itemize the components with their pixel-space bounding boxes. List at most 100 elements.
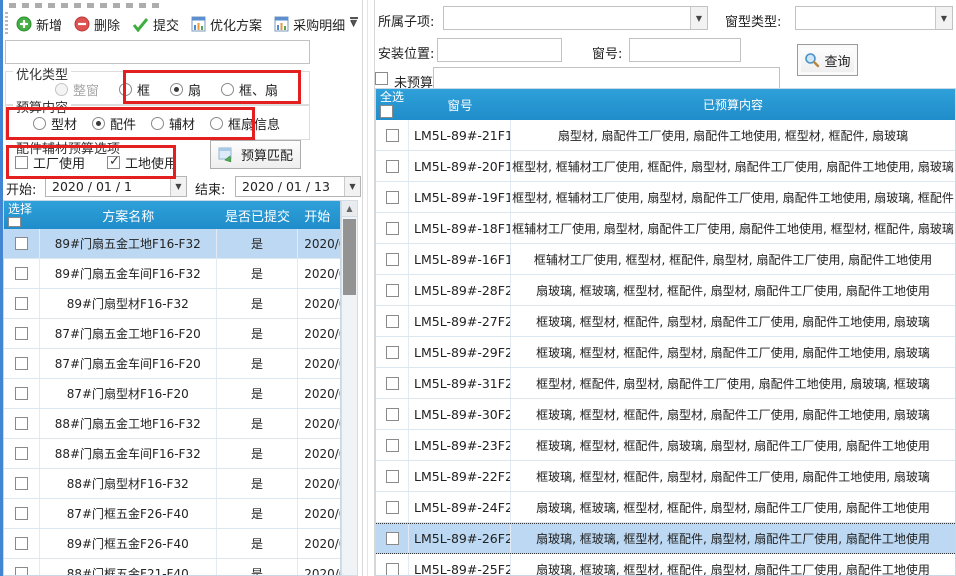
- row-checkbox[interactable]: [386, 439, 399, 452]
- radio-icon[interactable]: [92, 117, 105, 130]
- row-checkbox[interactable]: [386, 160, 399, 173]
- plan-row[interactable]: 87#门扇型材F16-F20是2020/0: [4, 379, 340, 409]
- plan-row[interactable]: 88#门扇五金车间F16-F32是2020/0: [4, 439, 340, 469]
- radio-icon[interactable]: [170, 83, 183, 96]
- scrollbar-thumb[interactable]: [343, 219, 356, 295]
- plan-row[interactable]: 89#门扇五金工地F16-F32是2020/0: [4, 229, 340, 259]
- row-checkbox[interactable]: [386, 191, 399, 204]
- row-checkbox[interactable]: [386, 501, 399, 514]
- window-row[interactable]: LM5L-89#-31F29框型材, 框配件, 扇型材, 扇配件工厂使用, 扇配…: [376, 368, 955, 399]
- row-checkbox[interactable]: [15, 327, 28, 340]
- select-all-checkbox[interactable]: [380, 105, 393, 118]
- window-no-input[interactable]: [629, 38, 741, 62]
- window-type-dropdown-icon[interactable]: ▼: [935, 7, 952, 29]
- window-row[interactable]: LM5L-89#-29F27框玻璃, 框型材, 框配件, 扇型材, 扇配件工厂使…: [376, 337, 955, 368]
- row-checkbox[interactable]: [15, 237, 28, 250]
- row-checkbox[interactable]: [15, 297, 28, 310]
- start-date-picker[interactable]: 2020 / 01 / 1 ▼: [45, 176, 187, 197]
- plan-row[interactable]: 88#门扇型材F16-F32是2020/0: [4, 469, 340, 499]
- window-row[interactable]: LM5L-89#-25F23扇玻璃, 框玻璃, 框型材, 框配件, 扇型材, 扇…: [376, 554, 955, 576]
- row-checkbox[interactable]: [15, 387, 28, 400]
- row-checkbox[interactable]: [386, 532, 399, 545]
- plan-filter-input[interactable]: [5, 40, 310, 64]
- row-checkbox[interactable]: [386, 284, 399, 297]
- window-row[interactable]: LM5L-89#-24F22扇玻璃, 框玻璃, 框型材, 框配件, 扇型材, 扇…: [376, 492, 955, 523]
- start-date-dropdown-icon[interactable]: ▼: [170, 177, 186, 196]
- plan-row[interactable]: 87#门扇五金工地F16-F20是2020/0: [4, 319, 340, 349]
- checkbox-option[interactable]: 工地使用: [107, 153, 177, 172]
- window-row[interactable]: LM5L-89#-19F17框型材, 框辅材工厂使用, 扇型材, 扇配件工厂使用…: [376, 182, 955, 213]
- window-row[interactable]: LM5L-89#-27F25框玻璃, 框型材, 框配件, 扇型材, 扇配件工厂使…: [376, 306, 955, 337]
- radio-option[interactable]: 型材: [33, 114, 77, 133]
- checkbox-option[interactable]: 工厂使用: [15, 153, 85, 172]
- radio-icon[interactable]: [119, 83, 132, 96]
- row-checkbox[interactable]: [15, 567, 28, 576]
- row-checkbox[interactable]: [15, 357, 28, 370]
- install-position-input[interactable]: [437, 38, 562, 62]
- window-row[interactable]: LM5L-89#-20F18框型材, 框辅材工厂使用, 框配件, 扇型材, 扇配…: [376, 151, 955, 182]
- optimize-plan-button[interactable]: 优化方案: [188, 13, 265, 36]
- toolbar-overflow-button[interactable]: ▼: [347, 14, 361, 32]
- row-checkbox[interactable]: [15, 537, 28, 550]
- checkbox-icon[interactable]: [15, 156, 28, 169]
- plan-submitted-column-header[interactable]: 是否已提交: [217, 201, 299, 229]
- row-checkbox[interactable]: [386, 563, 399, 576]
- row-checkbox[interactable]: [386, 222, 399, 235]
- end-date-dropdown-icon[interactable]: ▼: [344, 177, 360, 196]
- no-budget-checkbox[interactable]: [375, 72, 388, 85]
- scroll-up-icon[interactable]: ▲: [342, 201, 357, 217]
- plan-select-all-checkbox[interactable]: [8, 217, 21, 227]
- row-checkbox[interactable]: [15, 477, 28, 490]
- radio-icon[interactable]: [33, 117, 46, 130]
- window-row[interactable]: LM5L-89#-26F24扇玻璃, 框玻璃, 框型材, 框配件, 扇型材, 扇…: [376, 523, 955, 554]
- row-checkbox[interactable]: [15, 447, 28, 460]
- radio-option[interactable]: 框、扇: [221, 80, 278, 99]
- radio-option[interactable]: 配件: [92, 114, 136, 133]
- row-checkbox[interactable]: [386, 346, 399, 359]
- plan-row[interactable]: 87#门框五金F26-F40是2020/0: [4, 499, 340, 529]
- radio-option[interactable]: 框: [119, 80, 150, 99]
- window-row[interactable]: LM5L-89#-30F28框玻璃, 框型材, 框配件, 扇型材, 扇配件工厂使…: [376, 399, 955, 430]
- row-checkbox[interactable]: [15, 267, 28, 280]
- plan-row[interactable]: 89#门框五金F26-F40是2020/0: [4, 529, 340, 559]
- row-checkbox[interactable]: [386, 377, 399, 390]
- window-row[interactable]: LM5L-89#-23F21框玻璃, 框型材, 框配件, 扇玻璃, 扇型材, 扇…: [376, 430, 955, 461]
- delete-button[interactable]: 删除: [71, 13, 123, 36]
- submit-button[interactable]: 提交: [129, 13, 182, 36]
- window-no-column-header[interactable]: 窗号: [409, 89, 511, 120]
- row-checkbox[interactable]: [386, 408, 399, 421]
- window-row[interactable]: LM5L-89#-22F20框玻璃, 框型材, 框配件, 扇型材, 扇配件工厂使…: [376, 461, 955, 492]
- radio-option[interactable]: 框扇信息: [210, 114, 280, 133]
- window-row[interactable]: LM5L-89#-16F15框辅材工厂使用, 框型材, 框配件, 扇型材, 扇配…: [376, 244, 955, 275]
- radio-icon[interactable]: [221, 83, 234, 96]
- window-type-combobox[interactable]: ▼: [795, 6, 953, 30]
- row-checkbox[interactable]: [386, 470, 399, 483]
- sub-item-dropdown-icon[interactable]: ▼: [690, 7, 707, 29]
- plan-row[interactable]: 89#门扇五金车间F16-F32是2020/0: [4, 259, 340, 289]
- plan-start-column-header[interactable]: 开始: [298, 201, 340, 229]
- end-date-picker[interactable]: 2020 / 01 / 13 ▼: [235, 176, 361, 197]
- plan-name-column-header[interactable]: 方案名称: [40, 201, 217, 229]
- sub-item-combobox[interactable]: ▼: [443, 6, 708, 30]
- window-row[interactable]: LM5L-89#-21F19扇型材, 扇配件工厂使用, 扇配件工地使用, 框型材…: [376, 120, 955, 151]
- row-checkbox[interactable]: [15, 507, 28, 520]
- row-checkbox[interactable]: [386, 315, 399, 328]
- row-checkbox[interactable]: [15, 417, 28, 430]
- radio-icon[interactable]: [210, 117, 223, 130]
- plan-table-scrollbar[interactable]: ▲: [341, 200, 358, 576]
- plan-row[interactable]: 88#门框五金F21-F40是2020/0: [4, 559, 340, 576]
- row-checkbox[interactable]: [386, 129, 399, 142]
- plan-row[interactable]: 88#门扇五金工地F16-F32是2020/0: [4, 409, 340, 439]
- plan-row[interactable]: 87#门扇五金车间F16-F20是2020/0: [4, 349, 340, 379]
- budget-match-button[interactable]: 预算匹配: [210, 140, 301, 169]
- window-row[interactable]: LM5L-89#-28F26扇玻璃, 框玻璃, 框型材, 框配件, 扇型材, 扇…: [376, 275, 955, 306]
- budgeted-content-column-header[interactable]: 已预算内容: [511, 89, 955, 120]
- plan-row[interactable]: 89#门扇型材F16-F32是2020/0: [4, 289, 340, 319]
- query-button[interactable]: 查询: [797, 44, 858, 76]
- window-row[interactable]: LM5L-89#-18F16框辅材工厂使用, 扇型材, 扇配件工厂使用, 扇配件…: [376, 213, 955, 244]
- panel-splitter[interactable]: [362, 0, 375, 576]
- checkbox-icon[interactable]: [107, 156, 120, 169]
- radio-option[interactable]: 辅材: [151, 114, 195, 133]
- radio-option[interactable]: 扇: [170, 80, 201, 99]
- add-button[interactable]: 新增: [13, 13, 65, 36]
